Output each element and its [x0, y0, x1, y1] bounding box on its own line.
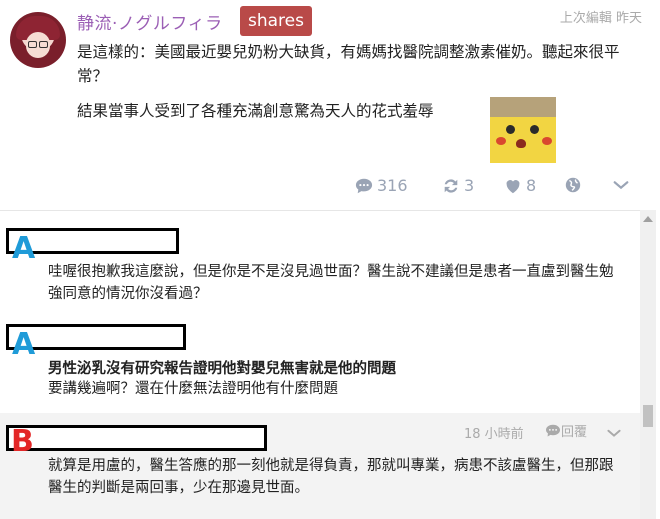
author-name[interactable]: 静流·ノグルフィラ	[77, 9, 223, 34]
post-paragraph-1: 是這樣的：美國最近嬰兒奶粉大缺貨，有媽媽找醫院調整激素催奶。聽起來很平常？	[77, 43, 620, 85]
redacted-username-box	[6, 425, 267, 451]
reply-icon	[546, 424, 560, 436]
post-menu-button[interactable]	[612, 176, 634, 194]
comment-item: A 哇喔很抱歉我這麼說，但是你是不是沒見過世面？醫生說不建議但是患者一直盧到醫生…	[0, 211, 640, 311]
scrollbar[interactable]	[640, 210, 656, 519]
share-icon	[444, 178, 458, 193]
avatar[interactable]	[10, 12, 66, 68]
comment-text: 要講幾遍啊？還在什麼無法證明他有什麼問題	[48, 381, 338, 397]
chevron-down-icon	[607, 429, 621, 437]
like-count-button[interactable]: 8	[504, 176, 536, 195]
share-count-button[interactable]: 3	[442, 176, 474, 195]
reply-button[interactable]: 回覆	[545, 421, 587, 440]
comment-text: 就算是用盧的，醫生答應的那一刻他就是得負責，那就叫專業，病患不該盧醫生，但那跟醫…	[48, 458, 614, 496]
comment-icon	[355, 178, 373, 193]
commenter-tag: A	[12, 231, 36, 266]
globe-icon	[565, 177, 581, 193]
heart-icon	[506, 179, 520, 193]
comment-menu-button[interactable]	[606, 425, 622, 444]
comment-timestamp: 18 小時前	[464, 427, 524, 442]
comment-item: A 男性泌乳沒有研究報告證明他對嬰兒無害就是他的問題 要講幾遍啊？還在什麼無法證…	[0, 311, 640, 413]
comment-text: 哇喔很抱歉我這麼說，但是你是不是沒見過世面？醫生說不建議但是患者一直盧到醫生勉強…	[48, 264, 614, 302]
visibility-button[interactable]	[564, 176, 586, 194]
share-count: 3	[464, 176, 475, 195]
chevron-down-icon	[613, 181, 629, 190]
comment-count-button[interactable]: 316	[355, 176, 408, 195]
pikachu-meme-image	[490, 97, 556, 163]
edited-timestamp: 上次編輯 昨天	[559, 11, 642, 26]
quoted-text: 男性泌乳沒有研究報告證明他對嬰兒無害就是他的問題	[48, 361, 396, 377]
comment-list: A 哇喔很抱歉我這麼說，但是你是不是沒見過世面？醫生說不建議但是患者一直盧到醫生…	[0, 210, 640, 519]
reply-label: 回覆	[561, 425, 588, 440]
comment-count: 316	[377, 176, 408, 195]
post-card: 静流·ノグルフィラ shares 上次編輯 昨天 是這樣的：美國最近嬰兒奶粉大缺…	[0, 0, 656, 210]
scroll-up-arrow-icon[interactable]	[643, 216, 653, 222]
like-count: 8	[526, 176, 537, 195]
post-paragraph-2: 結果當事人受到了各種充滿創意驚為天人的花式羞辱	[77, 102, 434, 120]
shares-badge: shares	[240, 6, 312, 36]
commenter-tag: B	[11, 424, 34, 459]
scrollbar-thumb[interactable]	[643, 405, 653, 427]
comment-item: B 18 小時前 回覆 就算是用盧的，醫生答應的那一刻他就是得負責，那就叫專業，…	[0, 413, 640, 519]
page-edge	[656, 0, 660, 519]
commenter-tag: A	[12, 327, 36, 362]
